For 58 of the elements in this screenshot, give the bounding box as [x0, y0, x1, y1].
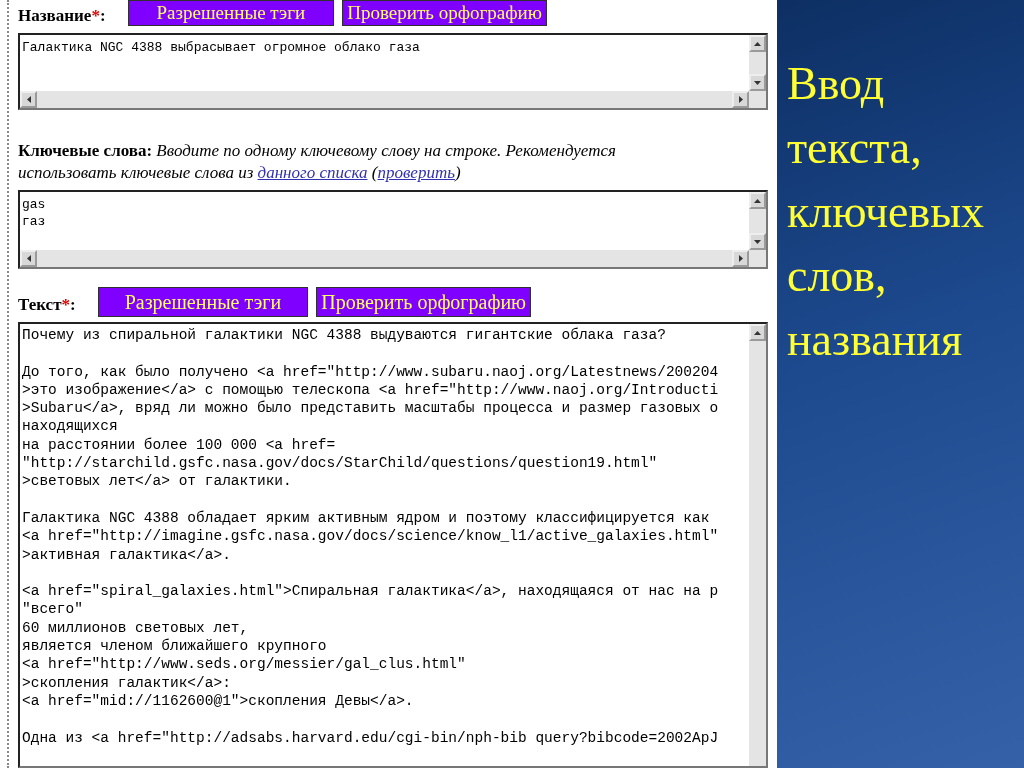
text-line: До того, как было получено <a href="http://www.subaru.naoj.org/Latestnews/200204	[22, 362, 720, 381]
text-line: <a href="http://imagine.gsfc.nasa.gov/docs/science/know_l1/active_galaxies.html"	[22, 527, 720, 546]
text-line: находящихся	[22, 417, 119, 436]
text-line: на расстоянии более 100 000 <a href=	[22, 435, 337, 455]
down-arrow-icon	[754, 239, 761, 244]
left-arrow-icon	[26, 255, 31, 262]
scroll-up-button[interactable]	[749, 324, 766, 341]
text-line: газ	[22, 213, 47, 230]
text-line: является членом ближайшего крупного	[22, 637, 328, 656]
scroll-up-button[interactable]	[749, 192, 766, 209]
text-line: gas	[22, 196, 47, 213]
field-label: Название*:	[18, 6, 106, 27]
text-line: "http://starchild.gsfc.nasa.gov/docs/StarChild/questions/question19.html"	[22, 454, 659, 473]
up-arrow-icon	[754, 41, 761, 46]
scroll-down-button[interactable]	[749, 74, 766, 91]
title-text-area[interactable]: Галактика NGC 4388 выбрасывает огромное облако газа	[18, 33, 768, 110]
vertical-scrollbar[interactable]	[749, 35, 766, 91]
text-line: >это изображение</a> с помощью телескопа <a href="http://www.naoj.org/Introducti	[22, 380, 720, 400]
text-line: Одна из <a href="http://adsabs.harvard.edu/cgi-bin/nph-bib query?bibcode=2002ApJ	[22, 728, 720, 747]
right-arrow-icon	[738, 255, 743, 262]
right-arrow-icon	[738, 96, 743, 103]
text-line: Галактика NGC 4388 обладает ярким активным ядром и поэтому классифицируется как	[22, 508, 711, 528]
horizontal-scrollbar[interactable]	[20, 91, 766, 108]
scroll-right-button[interactable]	[732, 91, 749, 108]
field-label: Текст*:	[18, 295, 76, 316]
text-line: >активная галактика</a>.	[22, 545, 232, 564]
scroll-left-button[interactable]	[20, 91, 37, 108]
horizontal-scrollbar[interactable]	[20, 250, 766, 267]
text-line: 60 миллионов световых лет,	[22, 618, 250, 638]
toolbar-button[interactable]: Разрешенные тэги	[97, 287, 309, 317]
toolbar-button[interactable]: Проверить орфографию	[342, 0, 547, 26]
body-text-area[interactable]	[18, 322, 768, 768]
text-line: "всего"	[22, 600, 84, 619]
toolbar-button[interactable]: Проверить орфографию	[316, 287, 532, 317]
text-line: Почему из спиральной галактики NGC 4388 выдуваются гигантские облака газа?	[22, 326, 667, 345]
keywords-text-area[interactable]: gas газ	[18, 190, 768, 269]
link[interactable]: данного списка	[257, 163, 368, 182]
toolbar-button[interactable]: Разрешенные тэги	[127, 0, 335, 26]
vertical-scrollbar[interactable]	[749, 192, 766, 250]
vertical-scrollbar[interactable]	[749, 324, 766, 766]
text-line: Галактика NGC 4388 выбрасывает огромное облако газа	[22, 39, 421, 56]
link[interactable]: проверить	[377, 163, 455, 182]
scroll-down-button[interactable]	[749, 233, 766, 250]
up-arrow-icon	[754, 330, 761, 335]
text-line: >скопления галактик</a>:	[22, 673, 232, 692]
text-line: >Subaru</a>, вряд ли можно было представить масштабы процесса и размер газовых о	[22, 399, 720, 418]
keywords-hint: Ключевые слова: Вводите по одному ключевому слову на строке. Рекомендуется использовать ключевые слова из данного списка (проверить)	[18, 140, 617, 184]
down-arrow-icon	[754, 80, 761, 85]
text-line: <a href="mid://1162600@1">скопления Девы</a>.	[22, 691, 415, 711]
scroll-left-button[interactable]	[20, 250, 37, 267]
scroll-up-button[interactable]	[749, 35, 766, 52]
text-line: <a href="http://www.seds.org/messier/gal_clus.html"	[22, 655, 467, 674]
text-line: >световых лет</a> от галактики.	[22, 472, 293, 491]
left-arrow-icon	[26, 96, 31, 103]
scroll-right-button[interactable]	[732, 250, 749, 267]
text-line: <a href="spiral_galaxies.html">Спиральная галактика</a>, находящаяся от нас на р	[22, 582, 720, 601]
up-arrow-icon	[754, 198, 761, 203]
slide-title: Ввод текста, ключевых слов, названия	[787, 57, 986, 367]
